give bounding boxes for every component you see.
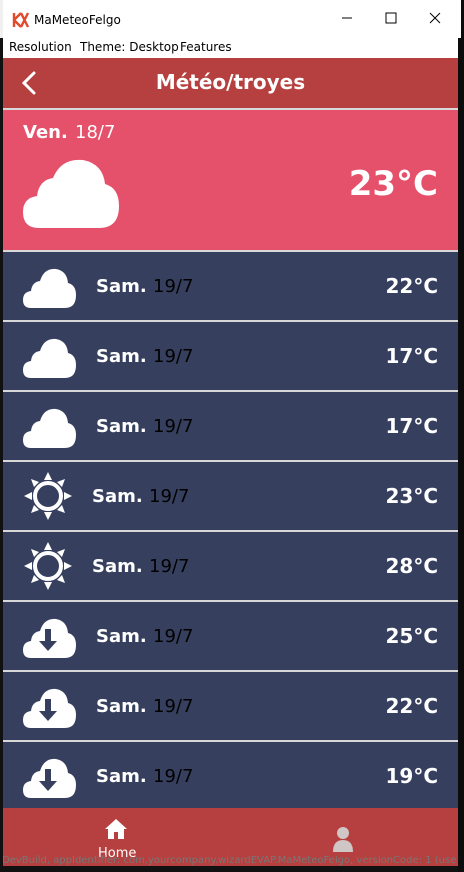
maximize-button[interactable] [379, 6, 403, 30]
debug-footer: DevBuild, appIdentifier: com.yourcompany… [2, 855, 460, 866]
close-icon [429, 12, 441, 24]
window-titlebar[interactable]: MaMeteoFelgo [0, 0, 461, 38]
minimize-icon [342, 17, 352, 19]
forecast-temp: 17°C [385, 414, 438, 438]
forecast-date: 19/7 [153, 416, 194, 437]
forecast-row[interactable]: Sam. 19/7 19°C [3, 742, 458, 810]
cloud-icon [23, 268, 76, 308]
today-card[interactable]: Ven. 18/7 23°C [3, 110, 458, 250]
menubar: Resolution Theme: Desktop Features [3, 38, 458, 58]
forecast-day: Sam. [96, 766, 147, 787]
forecast-day: Sam. [96, 416, 147, 437]
forecast-day: Sam. [92, 486, 143, 507]
forecast-row[interactable]: Sam. 19/7 22°C [3, 672, 458, 740]
forecast-row[interactable]: Sam. 19/7 28°C [3, 532, 458, 600]
forecast-row[interactable]: Sam. 19/7 17°C [3, 392, 458, 460]
page-title: Météo/troyes [155, 70, 306, 94]
app-content: Météo/troyes Ven. 18/7 23°C Sam. 19/7 22… [3, 58, 458, 866]
forecast-row[interactable]: Sam. 19/7 23°C [3, 462, 458, 530]
sun-icon [24, 542, 72, 590]
app-header: Météo/troyes [3, 58, 458, 108]
forecast-date: 19/7 [149, 486, 190, 507]
forecast-row[interactable]: Sam. 19/7 22°C [3, 252, 458, 320]
app-logo-icon [12, 12, 30, 28]
user-icon[interactable] [332, 826, 354, 852]
forecast-temp: 25°C [385, 624, 438, 648]
forecast-row[interactable]: Sam. 19/7 25°C [3, 602, 458, 670]
forecast-day: Sam. [96, 346, 147, 367]
maximize-icon [385, 12, 397, 24]
rain-cloud-icon [23, 618, 76, 658]
forecast-date: 19/7 [153, 346, 194, 367]
forecast-date: 19/7 [153, 626, 194, 647]
forecast-temp: 23°C [385, 484, 438, 508]
close-button[interactable] [423, 6, 447, 30]
cloud-icon [23, 408, 76, 448]
minimize-button[interactable] [335, 6, 359, 30]
forecast-temp: 22°C [385, 274, 438, 298]
home-icon[interactable] [104, 818, 128, 840]
forecast-date: 19/7 [149, 556, 190, 577]
today-temp: 23°C [348, 164, 438, 204]
forecast-temp: 28°C [385, 554, 438, 578]
forecast-day: Sam. [96, 276, 147, 297]
forecast-day: Sam. [92, 556, 143, 577]
forecast-date: 19/7 [153, 766, 194, 787]
forecast-temp: 17°C [385, 344, 438, 368]
today-day: Ven. [23, 122, 68, 143]
window-title: MaMeteoFelgo [34, 13, 121, 27]
forecast-date: 19/7 [153, 276, 194, 297]
forecast-temp: 19°C [385, 764, 438, 788]
menu-resolution[interactable]: Resolution [9, 40, 72, 54]
cloud-icon [23, 338, 76, 378]
sun-icon [24, 472, 72, 520]
forecast-temp: 22°C [385, 694, 438, 718]
cloud-icon [23, 159, 119, 228]
forecast-row[interactable]: Sam. 19/7 17°C [3, 322, 458, 390]
menu-theme[interactable]: Theme: Desktop [80, 40, 179, 54]
rain-cloud-icon [23, 758, 76, 798]
today-date: 18/7 [75, 122, 116, 143]
rain-cloud-icon [23, 688, 76, 728]
forecast-day: Sam. [96, 626, 147, 647]
menu-features[interactable]: Features [180, 40, 232, 54]
desktop-background-edge [458, 0, 464, 872]
forecast-date: 19/7 [153, 696, 194, 717]
forecast-day: Sam. [96, 696, 147, 717]
